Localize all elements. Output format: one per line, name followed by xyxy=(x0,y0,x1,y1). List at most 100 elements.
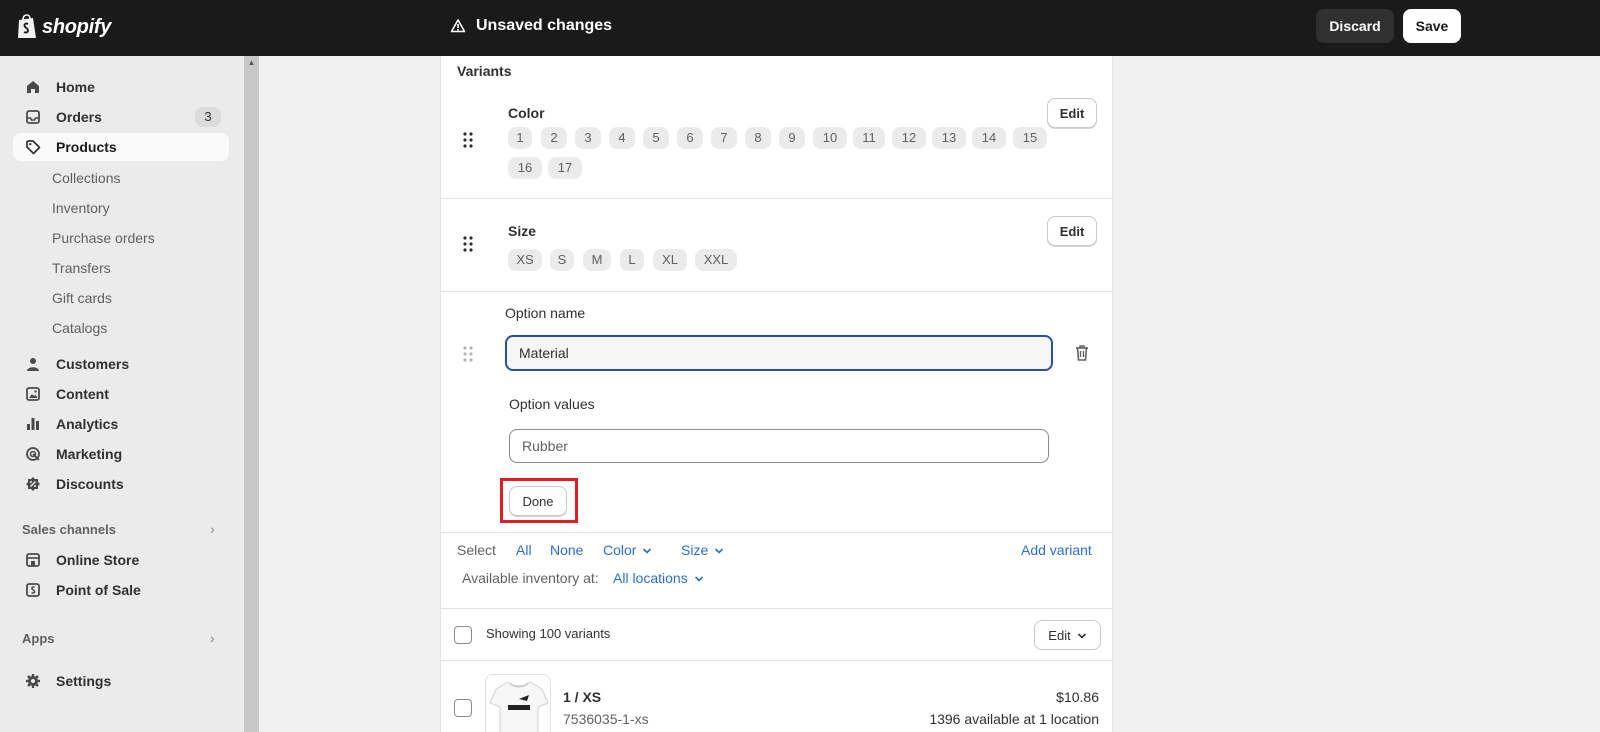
option-value-chip: 17 xyxy=(548,157,582,179)
shopify-bag-icon xyxy=(18,14,36,38)
variant-thumbnail[interactable] xyxy=(485,674,551,732)
sales-channels-heading[interactable]: Sales channels xyxy=(22,522,116,537)
sales-channels-chevron-icon[interactable]: › xyxy=(210,521,215,537)
option-value-chip: L xyxy=(620,249,644,271)
option-value-chip: 8 xyxy=(745,127,771,149)
logo-text: shopify xyxy=(42,15,112,38)
sidebar: Home Orders 3 Products Collections Inven… xyxy=(0,56,244,732)
option-value-chip: XXL xyxy=(695,249,737,271)
select-all-checkbox[interactable] xyxy=(454,626,472,644)
size-filter-dropdown[interactable]: Size xyxy=(681,542,724,558)
divider xyxy=(441,198,1112,199)
option-value-chip: 1 xyxy=(508,127,532,149)
orders-count-badge: 3 xyxy=(195,107,221,127)
sidebar-subitem-transfers[interactable]: Transfers xyxy=(52,260,111,276)
bulk-edit-label: Edit xyxy=(1048,627,1071,643)
drag-handle-icon[interactable] xyxy=(462,132,474,148)
save-button[interactable]: Save xyxy=(1403,9,1461,43)
inventory-label: Available inventory at: xyxy=(462,570,599,586)
variant-row-checkbox[interactable] xyxy=(454,699,472,717)
sidebar-subitem-collections[interactable]: Collections xyxy=(52,170,120,186)
divider xyxy=(441,660,1112,661)
sidebar-item-products[interactable]: Products xyxy=(13,133,229,161)
sidebar-subitem-purchase-orders[interactable]: Purchase orders xyxy=(52,230,155,246)
unsaved-status: Unsaved changes xyxy=(450,17,612,35)
size-filter-label: Size xyxy=(681,542,709,558)
sidebar-item-content[interactable]: Content xyxy=(13,380,229,408)
sidebar-item-label: Online Store xyxy=(56,552,140,568)
showing-count: Showing 100 variants xyxy=(486,626,611,641)
shopify-logo[interactable]: shopify xyxy=(16,14,111,40)
option-values-label: Option values xyxy=(509,396,595,412)
option-name-input[interactable] xyxy=(505,335,1053,371)
option-value-chip: 9 xyxy=(779,127,805,149)
option-value-chip: 7 xyxy=(711,127,737,149)
unsaved-label: Unsaved changes xyxy=(476,17,613,34)
sidebar-item-settings[interactable]: Settings xyxy=(13,667,229,695)
top-bar: shopify Unsaved changes Discard Save xyxy=(0,0,1600,56)
sidebar-item-label: Products xyxy=(56,139,117,155)
variants-card: Variants Color Edit 1 2 3 4 5 6 7 8 9 10… xyxy=(440,56,1113,732)
variant-price: $10.86 xyxy=(1056,689,1099,705)
sidebar-item-customers[interactable]: Customers xyxy=(13,350,229,378)
option-value-chip: XS xyxy=(508,249,542,271)
apps-heading[interactable]: Apps xyxy=(22,631,55,646)
sidebar-subitem-catalogs[interactable]: Catalogs xyxy=(52,320,107,336)
tshirt-image-icon xyxy=(489,681,549,732)
drag-handle-icon[interactable] xyxy=(462,346,474,362)
sidebar-item-label: Point of Sale xyxy=(56,582,141,598)
option-name-label: Option name xyxy=(505,305,586,321)
sidebar-subitem-inventory[interactable]: Inventory xyxy=(52,200,110,216)
sidebar-subitem-gift-cards[interactable]: Gift cards xyxy=(52,290,112,306)
chevron-down-icon xyxy=(643,548,652,554)
chevron-down-icon xyxy=(1077,633,1086,639)
bulk-edit-button[interactable]: Edit xyxy=(1034,620,1101,650)
option-value-chip: S xyxy=(550,249,574,271)
locations-label: All locations xyxy=(613,570,688,586)
done-button[interactable]: Done xyxy=(509,486,567,516)
sidebar-item-discounts[interactable]: Discounts xyxy=(13,470,229,498)
sidebar-item-home[interactable]: Home xyxy=(13,73,229,101)
option-name-color: Color xyxy=(508,105,545,121)
option-value-chip: 4 xyxy=(609,127,635,149)
edit-size-button[interactable]: Edit xyxy=(1047,216,1097,246)
option-value-chip: 3 xyxy=(575,127,601,149)
sidebar-item-online-store[interactable]: Online Store xyxy=(13,546,229,574)
discount-icon xyxy=(24,475,42,493)
target-icon xyxy=(24,445,42,463)
color-filter-dropdown[interactable]: Color xyxy=(603,542,652,558)
scroll-up-arrow-icon[interactable]: ▲ xyxy=(244,58,259,70)
option-name-size: Size xyxy=(508,223,537,239)
apps-chevron-icon[interactable]: › xyxy=(210,630,215,646)
home-icon xyxy=(24,78,42,96)
trash-icon[interactable] xyxy=(1074,344,1090,362)
option-value-chip: 2 xyxy=(541,127,567,149)
sidebar-scrollbar[interactable] xyxy=(244,56,259,732)
option-value-chip: 16 xyxy=(508,157,542,179)
locations-dropdown[interactable]: All locations xyxy=(613,570,704,586)
divider xyxy=(441,291,1112,292)
variant-title[interactable]: 1 / XS xyxy=(563,689,601,705)
option-value-chip: 10 xyxy=(813,127,847,149)
divider xyxy=(441,532,1112,533)
sidebar-item-point-of-sale[interactable]: Point of Sale xyxy=(13,576,229,604)
option-value-chip: 15 xyxy=(1013,127,1047,149)
option-values-input[interactable] xyxy=(509,429,1049,463)
chevron-down-icon xyxy=(715,548,724,554)
gear-icon xyxy=(24,672,42,690)
edit-color-button[interactable]: Edit xyxy=(1047,98,1097,128)
option-value-chip: 13 xyxy=(932,127,966,149)
variants-title: Variants xyxy=(457,63,512,79)
divider xyxy=(441,608,1112,609)
drag-handle-icon[interactable] xyxy=(462,236,474,252)
sidebar-item-marketing[interactable]: Marketing xyxy=(13,440,229,468)
add-variant-link[interactable]: Add variant xyxy=(1021,542,1092,558)
option-value-chip: 12 xyxy=(892,127,926,149)
sidebar-item-orders[interactable]: Orders 3 xyxy=(13,103,229,131)
select-all-link[interactable]: All xyxy=(516,542,532,558)
sidebar-item-label: Marketing xyxy=(56,446,123,462)
discard-button[interactable]: Discard xyxy=(1316,9,1394,43)
variant-sku: 7536035-1-xs xyxy=(563,711,649,727)
sidebar-item-analytics[interactable]: Analytics xyxy=(13,410,229,438)
select-none-link[interactable]: None xyxy=(550,542,583,558)
